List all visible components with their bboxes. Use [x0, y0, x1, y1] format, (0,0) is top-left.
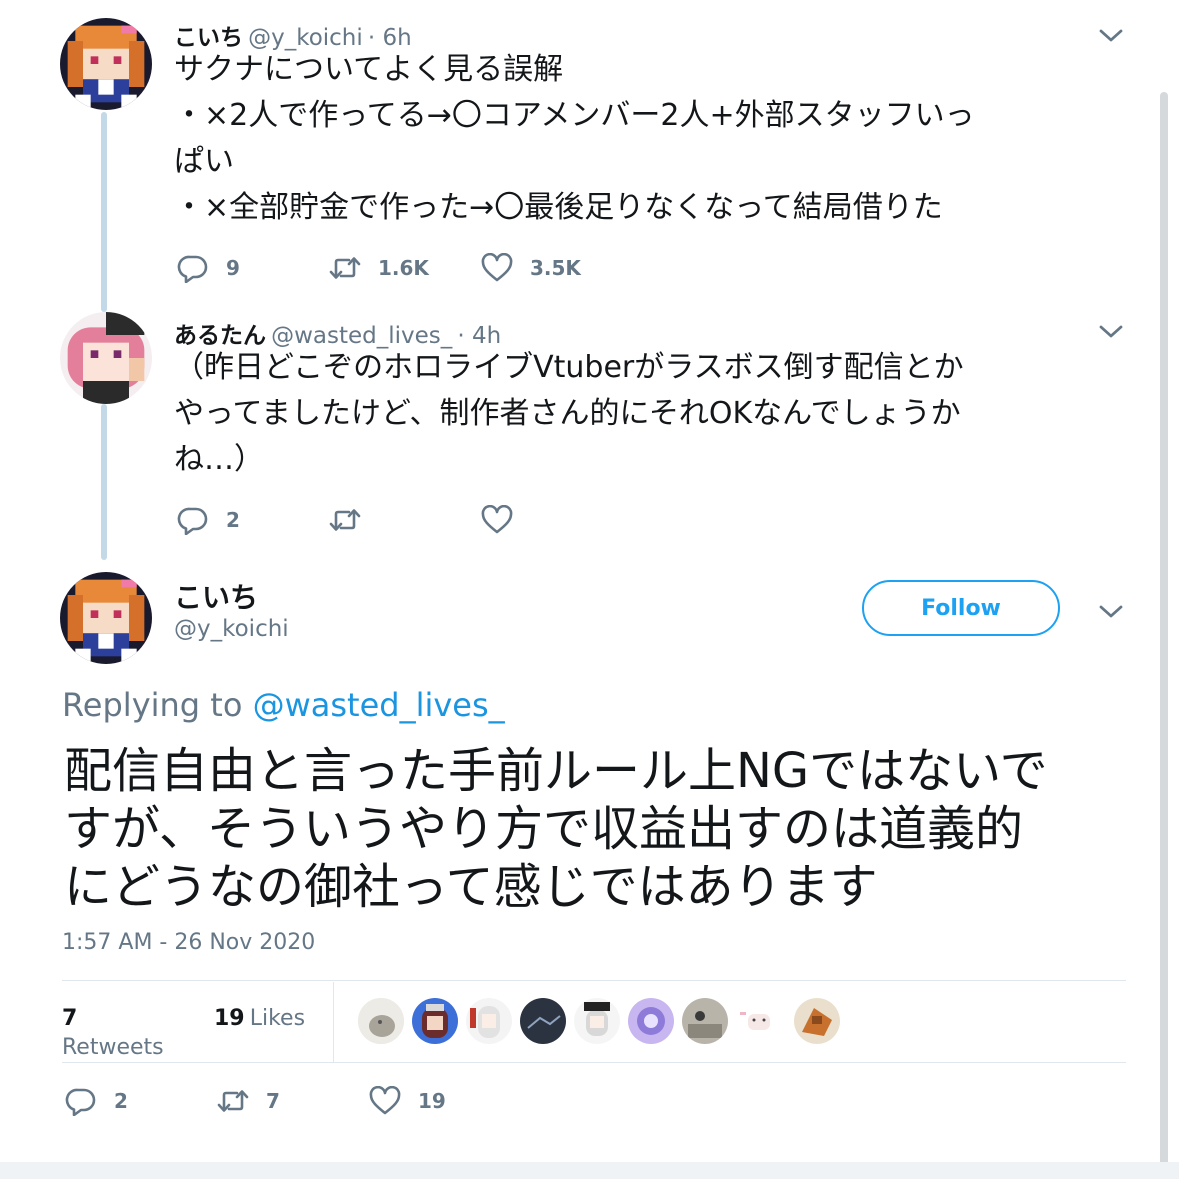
liker-avatar[interactable] — [574, 998, 620, 1044]
retweet-count: 7 — [266, 1089, 280, 1113]
retweets-stat[interactable]: 7 Retweets — [62, 1006, 164, 1060]
liker-avatar[interactable] — [412, 998, 458, 1044]
retweets-stat-count: 7 — [62, 1006, 78, 1031]
avatar-koichi[interactable] — [60, 572, 152, 664]
liker-avatar[interactable] — [736, 998, 782, 1044]
scrollbar[interactable] — [1160, 92, 1168, 1179]
display-name[interactable]: こいち — [174, 576, 258, 616]
chevron-down-icon[interactable] — [1098, 324, 1124, 340]
tweet-line: ぱい — [174, 144, 234, 179]
chevron-down-icon[interactable] — [1098, 604, 1124, 620]
retweet-button[interactable]: 1.6K — [328, 252, 429, 284]
reply-icon — [176, 505, 210, 535]
user-handle[interactable]: @y_koichi — [174, 616, 289, 642]
tweet-line: ・×全部貯金で作った→〇最後足りなくなって結局借りた — [174, 190, 943, 225]
liker-avatar[interactable] — [794, 998, 840, 1044]
thread-connector — [101, 112, 107, 312]
reply-count: 2 — [114, 1089, 128, 1113]
likes-stat-label: Likes — [249, 1006, 306, 1031]
heart-icon — [368, 1086, 402, 1116]
divider — [333, 982, 334, 1062]
retweet-button[interactable] — [328, 504, 362, 536]
tweet-line: にどうなの御社って感じではあります — [64, 859, 878, 915]
retweet-icon — [328, 253, 362, 283]
tweet-line: ・×2人で作ってる→〇コアメンバー2人+外部スタッフいっ — [174, 98, 975, 133]
reply-button[interactable]: 2 — [176, 504, 240, 536]
like-button[interactable]: 3.5K — [480, 252, 581, 284]
thread-connector — [101, 404, 107, 560]
heart-icon — [480, 505, 514, 535]
main-tweet-body: 配信自由と言った手前ルール上NGではないで すが、そういうやり方で収益出すのは道… — [64, 742, 1144, 916]
like-button[interactable] — [480, 504, 514, 536]
tweet-line: ね…） — [174, 442, 264, 477]
reply-button[interactable]: 9 — [176, 252, 240, 284]
tweet-line: 配信自由と言った手前ルール上NGではないで — [64, 743, 1048, 799]
tweet-timestamp[interactable]: 1:57 AM - 26 Nov 2020 — [62, 930, 315, 955]
tweet-line: すが、そういうやり方で収益出すのは道義的 — [64, 801, 1024, 857]
reply-icon — [176, 253, 210, 283]
liker-avatar[interactable] — [358, 998, 404, 1044]
reply-count: 2 — [226, 508, 240, 532]
heart-icon — [480, 253, 514, 283]
reply-count: 9 — [226, 256, 240, 280]
retweets-stat-label: Retweets — [62, 1035, 164, 1060]
chevron-down-icon[interactable] — [1098, 28, 1124, 44]
liker-avatar[interactable] — [628, 998, 674, 1044]
likes-stat-count: 19 — [214, 1006, 245, 1031]
avatar-arutan[interactable] — [60, 312, 152, 404]
likes-stat[interactable]: 19 Likes — [214, 1006, 305, 1031]
retweet-icon — [328, 505, 362, 535]
like-count: 19 — [418, 1089, 446, 1113]
tweet-line: やってましたけど、制作者さん的にそれOKなんでしょうか — [174, 396, 961, 431]
liker-avatar[interactable] — [520, 998, 566, 1044]
tweet-body: サクナについてよく見る誤解 ・×2人で作ってる→〇コアメンバー2人+外部スタッフ… — [174, 47, 1134, 231]
liker-avatar[interactable] — [682, 998, 728, 1044]
follow-button[interactable]: Follow — [862, 580, 1060, 636]
replying-to-link[interactable]: @wasted_lives_ — [253, 686, 505, 724]
tweet-line: （昨日どこぞのホロライブVtuberがラスボス倒す配信とか — [174, 350, 964, 385]
retweet-button[interactable]: 7 — [216, 1085, 280, 1117]
retweet-icon — [216, 1086, 250, 1116]
tweet-body: （昨日どこぞのホロライブVtuberがラスボス倒す配信とか やってましたけど、制… — [174, 345, 1134, 483]
replying-prefix: Replying to — [62, 686, 243, 724]
like-count: 3.5K — [530, 256, 581, 280]
divider — [62, 980, 1126, 981]
divider — [62, 1062, 1126, 1063]
replying-to: Replying to @wasted_lives_ — [62, 686, 505, 724]
avatar-koichi[interactable] — [60, 18, 152, 110]
tweet-line: サクナについてよく見る誤解 — [174, 52, 564, 87]
like-button[interactable]: 19 — [368, 1085, 446, 1117]
liker-avatar[interactable] — [466, 998, 512, 1044]
reply-icon — [64, 1086, 98, 1116]
reply-button[interactable]: 2 — [64, 1085, 128, 1117]
bottom-bar — [0, 1162, 1179, 1179]
retweet-count: 1.6K — [378, 256, 429, 280]
